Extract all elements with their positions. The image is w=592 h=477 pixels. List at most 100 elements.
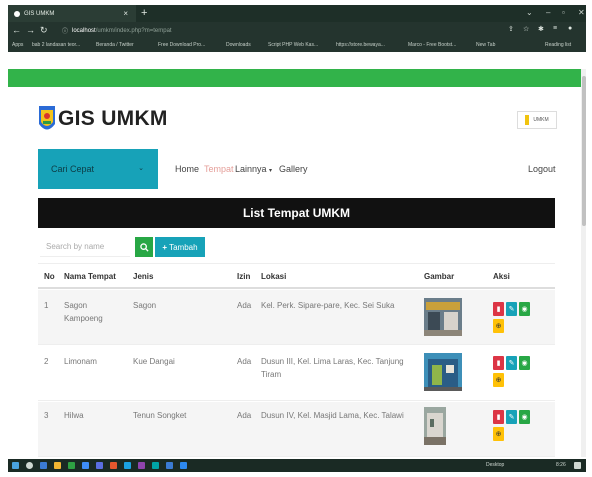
bookmark-apps[interactable]: Apps (12, 42, 23, 48)
explorer-icon[interactable] (54, 462, 61, 469)
star-icon[interactable]: ☆ (523, 25, 529, 33)
cell-nama: Sagon Kampoeng (64, 301, 103, 323)
nav-logout[interactable]: Logout (528, 164, 556, 174)
url-host: localhost (72, 27, 96, 34)
app-icon[interactable] (124, 462, 131, 469)
forward-icon[interactable]: → (26, 25, 35, 35)
start-icon[interactable] (12, 462, 19, 469)
reload-icon[interactable]: ↻ (40, 25, 48, 36)
crosshair-icon: ⊕ (495, 377, 502, 384)
taskview-icon[interactable] (40, 462, 47, 469)
col-header[interactable]: No (44, 272, 55, 281)
notifications-icon[interactable] (574, 462, 581, 469)
browser-tab[interactable]: GIS UMKM × (8, 5, 136, 22)
col-header[interactable]: Nama Tempat (64, 272, 116, 281)
bookmarks-bar: Apps bab 2 landasan teor... Beranda / Tw… (8, 39, 586, 52)
profile-icon[interactable]: ● (568, 25, 572, 32)
col-header[interactable]: Aksi (493, 272, 510, 281)
extensions-icon[interactable]: ✱ (538, 25, 544, 33)
bookmark-item[interactable]: Free Download Pro... (158, 42, 205, 48)
place-photo[interactable] (424, 298, 462, 336)
chrome-icon[interactable] (68, 462, 75, 469)
map-button[interactable]: ⊕ (493, 319, 504, 333)
search-input[interactable] (40, 237, 130, 257)
clock[interactable]: 8:26 (556, 462, 566, 468)
url-field[interactable]: ⓘ localhost/umkm/index.php?m=tempat (62, 25, 502, 36)
edit-button[interactable]: ✎ (506, 302, 517, 316)
close-tab-icon[interactable]: × (123, 9, 128, 18)
search-button[interactable] (135, 237, 153, 257)
new-tab-button[interactable]: + (141, 7, 147, 19)
chevron-down-icon[interactable]: ⌄ (526, 8, 533, 17)
bookmark-item[interactable]: https://store.bewaya... (336, 42, 385, 48)
nav-gallery[interactable]: Gallery (279, 164, 308, 174)
bookmark-item[interactable]: Beranda / Twitter (96, 42, 134, 48)
edit-button[interactable]: ✎ (506, 356, 517, 370)
bookmark-item[interactable]: Downloads (226, 42, 251, 48)
cari-cepat-label: Cari Cepat (51, 164, 95, 174)
reading-list[interactable]: Reading list (545, 42, 571, 48)
page-title: List Tempat UMKM (38, 198, 555, 228)
umkm-button-label: UMKM (533, 117, 549, 123)
view-button[interactable]: ◉ (519, 356, 530, 370)
app-icon[interactable] (82, 462, 89, 469)
eye-icon: ◉ (521, 414, 528, 421)
add-button[interactable]: + Tambah (155, 237, 205, 257)
bookmark-item[interactable]: New Tab (476, 42, 495, 48)
umkm-user-button[interactable]: UMKM (517, 111, 557, 129)
col-header[interactable]: Jenis (133, 272, 153, 281)
cell-nama: Limonam (64, 357, 97, 366)
app-icon[interactable] (138, 462, 145, 469)
brand-title[interactable]: GIS UMKM (58, 107, 168, 131)
eye-icon: ◉ (521, 360, 528, 367)
address-bar: ← → ↻ ⓘ localhost/umkm/index.php?m=tempa… (8, 22, 586, 39)
crosshair-icon: ⊕ (495, 323, 502, 330)
minimize-icon[interactable]: – (546, 8, 550, 17)
scrollbar-thumb[interactable] (582, 76, 586, 226)
bookmark-item[interactable]: Marco - Free Bootst... (408, 42, 456, 48)
app-icon[interactable] (152, 462, 159, 469)
place-photo[interactable] (424, 407, 446, 445)
map-button[interactable]: ⊕ (493, 427, 504, 441)
top-green-bar (8, 69, 581, 87)
app-icon[interactable] (110, 462, 117, 469)
caret-down-icon: ▾ (269, 168, 273, 174)
cell-izin: Ada (237, 357, 252, 366)
edit-button[interactable]: ✎ (506, 410, 517, 424)
cell-jenis: Tenun Songket (133, 411, 187, 420)
favicon-icon (14, 10, 20, 17)
bookmark-item[interactable]: Script PHP Web Kas... (268, 42, 318, 48)
back-icon[interactable]: ← (12, 25, 21, 35)
search-icon[interactable] (26, 462, 33, 469)
delete-button[interactable]: ▮ (493, 302, 504, 316)
eye-icon: ◉ (521, 306, 528, 313)
maximize-icon[interactable]: ▫ (562, 8, 565, 17)
crosshair-icon: ⊕ (495, 431, 502, 438)
cell-no: 2 (44, 357, 49, 366)
nav-home[interactable]: Home (175, 164, 199, 174)
cell-lokasi: Kel. Perk. Sipare-pare, Kec. Sei Suka (261, 301, 395, 310)
delete-button[interactable]: ▮ (493, 410, 504, 424)
map-button[interactable]: ⊕ (493, 373, 504, 387)
nav-lainnya[interactable]: Lainnya ▾ (235, 164, 272, 174)
app-icon[interactable] (180, 462, 187, 469)
desktop-toolbar-label[interactable]: Desktop (486, 462, 504, 468)
col-header[interactable]: Gambar (424, 272, 454, 281)
bookmark-item[interactable]: bab 2 landasan teor... (32, 42, 80, 48)
playlist-icon[interactable]: ≡ (553, 25, 557, 32)
close-window-icon[interactable]: ✕ (578, 8, 585, 17)
add-button-label: Tambah (169, 242, 198, 252)
place-photo[interactable] (424, 353, 462, 391)
view-button[interactable]: ◉ (519, 410, 530, 424)
share-icon[interactable]: ⇪ (508, 25, 514, 33)
cari-cepat-dropdown[interactable]: Cari Cepat ⌄ (38, 149, 158, 189)
col-header[interactable]: Lokasi (261, 272, 286, 281)
nav-tempat[interactable]: Tempat (204, 164, 234, 174)
search-icon (139, 242, 149, 252)
col-header[interactable]: Izin (237, 272, 250, 281)
view-button[interactable]: ◉ (519, 302, 530, 316)
app-icon[interactable] (96, 462, 103, 469)
cell-jenis: Kue Dangai (133, 357, 175, 366)
delete-button[interactable]: ▮ (493, 356, 504, 370)
app-icon[interactable] (166, 462, 173, 469)
